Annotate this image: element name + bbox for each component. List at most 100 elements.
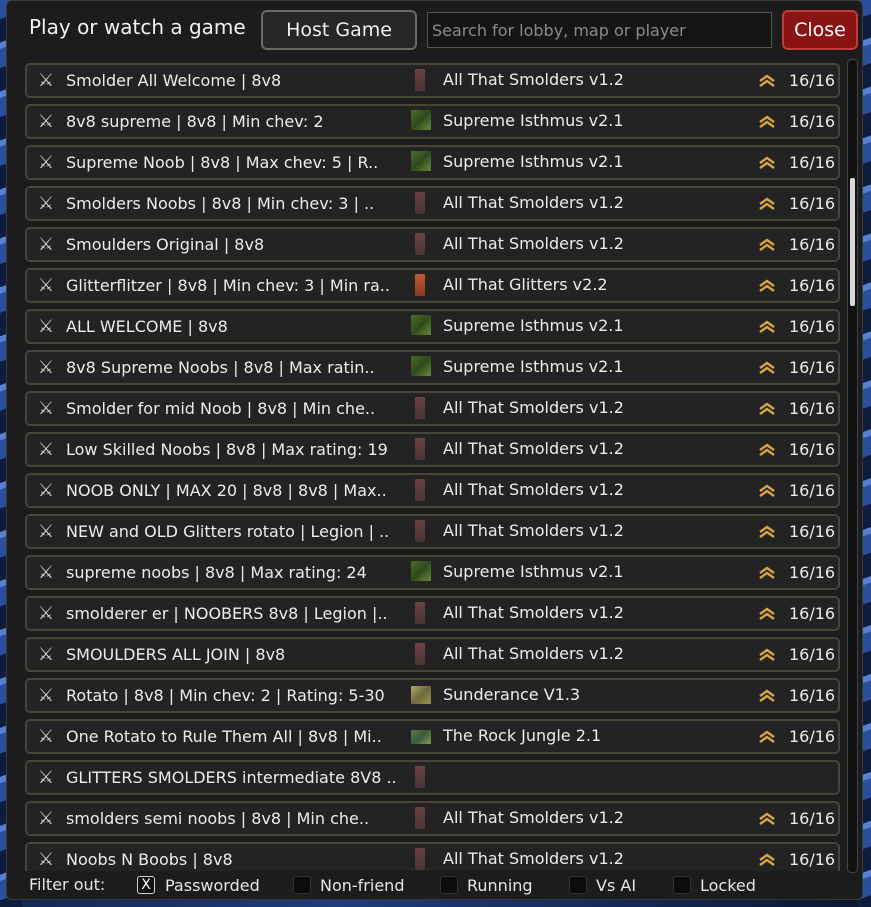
crossed-swords-icon: ⚔ <box>37 234 55 255</box>
lobby-row[interactable]: ⚔ Low Skilled Noobs | 8v8 | Max rating: 1… <box>25 432 840 467</box>
lobby-row[interactable]: ⚔ ALL WELCOME | 8v8 Supreme Isthmus v2.1 16… <box>25 309 840 344</box>
lobby-row[interactable]: ⚔ SMOULDERS ALL JOIN | 8v8 All That Smolde… <box>25 637 840 672</box>
crossed-swords-icon: ⚔ <box>37 644 55 665</box>
crossed-swords-icon: ⚔ <box>37 562 55 583</box>
lobby-row[interactable]: ⚔ Noobs N Boobs | 8v8 All That Smolders v1… <box>25 842 840 871</box>
map-thumbnail-icon <box>415 192 425 214</box>
map-thumbnail-icon <box>411 730 431 744</box>
map-thumbnail-icon <box>415 479 425 501</box>
filter-option-label[interactable]: Vs AI <box>596 876 636 895</box>
player-count: 16/16 <box>789 399 836 418</box>
map-name: All That Smolders v1.2 <box>443 193 624 212</box>
lobby-row[interactable]: ⚔ Rotato | 8v8 | Min chev: 2 | Rating: 5-… <box>25 678 840 713</box>
lobby-name: Low Skilled Noobs | 8v8 | Max rating: 19 <box>66 440 388 459</box>
player-count: 16/16 <box>789 604 836 623</box>
rank-chevron-icon <box>759 279 775 292</box>
filter-checkbox[interactable] <box>293 876 311 894</box>
player-count: 16/16 <box>789 850 836 869</box>
crossed-swords-icon: ⚔ <box>37 808 55 829</box>
map-name: All That Smolders v1.2 <box>443 234 624 253</box>
lobby-name: supreme noobs | 8v8 | Max rating: 24 <box>66 563 367 582</box>
lobby-name: Smolders Noobs | 8v8 | Min chev: 3 | .. <box>66 194 375 213</box>
lobby-browser-window: Play or watch a game Host Game Close ⚔ Sm… <box>6 0 863 900</box>
lobby-row[interactable]: ⚔ GLITTERS SMOLDERS intermediate 8V8 .. <box>25 760 840 795</box>
map-name: Supreme Isthmus v2.1 <box>443 152 624 171</box>
map-name: All That Smolders v1.2 <box>443 849 624 868</box>
lobby-row[interactable]: ⚔ supreme noobs | 8v8 | Max rating: 24 Sup… <box>25 555 840 590</box>
lobby-row[interactable]: ⚔ Smoulders Original | 8v8 All That Smolde… <box>25 227 840 262</box>
host-game-button[interactable]: Host Game <box>261 10 417 50</box>
rank-chevron-icon <box>759 812 775 825</box>
player-count: 16/16 <box>789 440 836 459</box>
rank-chevron-icon <box>759 402 775 415</box>
map-thumbnail-icon <box>415 602 425 624</box>
lobby-row[interactable]: ⚔ smolderer er | NOOBERS 8v8 | Legion |..… <box>25 596 840 631</box>
player-count: 16/16 <box>789 563 836 582</box>
map-thumbnail-icon <box>415 397 425 419</box>
filter-checkbox[interactable] <box>569 876 587 894</box>
filter-checkbox[interactable]: X <box>137 876 155 894</box>
map-thumbnail-icon <box>415 807 425 829</box>
scrollbar[interactable] <box>847 59 858 873</box>
lobby-name: 8v8 supreme | 8v8 | Min chev: 2 <box>66 112 324 131</box>
search-input[interactable] <box>427 12 772 48</box>
rank-chevron-icon <box>759 197 775 210</box>
crossed-swords-icon: ⚔ <box>37 521 55 542</box>
map-name: All That Smolders v1.2 <box>443 808 624 827</box>
close-button[interactable]: Close <box>782 10 858 50</box>
lobby-row[interactable]: ⚔ Smolders Noobs | 8v8 | Min chev: 3 | ..… <box>25 186 840 221</box>
lobby-row[interactable]: ⚔ Smolder All Welcome | 8v8 All That Smold… <box>25 63 840 98</box>
map-name: Sunderance V1.3 <box>443 685 581 704</box>
map-name: The Rock Jungle 2.1 <box>443 726 602 745</box>
map-thumbnail-icon <box>415 520 425 542</box>
map-name: Supreme Isthmus v2.1 <box>443 111 624 130</box>
lobby-row[interactable]: ⚔ NOOB ONLY | MAX 20 | 8v8 | 8v8 | Max.. A… <box>25 473 840 508</box>
lobby-row[interactable]: ⚔ Glitterflitzer | 8v8 | Min chev: 3 | Mi… <box>25 268 840 303</box>
lobby-name: Smolder All Welcome | 8v8 <box>66 71 282 90</box>
rank-chevron-icon <box>759 443 775 456</box>
rank-chevron-icon <box>759 320 775 333</box>
filter-option-label[interactable]: Locked <box>700 876 756 895</box>
player-count: 16/16 <box>789 153 836 172</box>
filter-option-label[interactable]: Non-friend <box>320 876 404 895</box>
lobby-row[interactable]: ⚔ 8v8 Supreme Noobs | 8v8 | Max ratin.. Su… <box>25 350 840 385</box>
lobby-name: SMOULDERS ALL JOIN | 8v8 <box>66 645 286 664</box>
rank-chevron-icon <box>759 648 775 661</box>
map-name: All That Smolders v1.2 <box>443 439 624 458</box>
filter-label: Filter out: <box>29 875 106 894</box>
lobby-name: Smoulders Original | 8v8 <box>66 235 265 254</box>
filter-option-label[interactable]: Running <box>467 876 533 895</box>
lobby-name: Supreme Noob | 8v8 | Max chev: 5 | R.. <box>66 153 379 172</box>
crossed-swords-icon: ⚔ <box>37 398 55 419</box>
lobby-row[interactable]: ⚔ Smolder for mid Noob | 8v8 | Min che.. A… <box>25 391 840 426</box>
rank-chevron-icon <box>759 689 775 702</box>
map-name: All That Smolders v1.2 <box>443 603 624 622</box>
rank-chevron-icon <box>759 156 775 169</box>
map-name: All That Smolders v1.2 <box>443 70 624 89</box>
map-thumbnail-icon <box>411 356 431 376</box>
player-count: 16/16 <box>789 809 836 828</box>
map-thumbnail-icon <box>411 151 431 171</box>
lobby-row[interactable]: ⚔ smolders semi noobs | 8v8 | Min che.. Al… <box>25 801 840 836</box>
map-thumbnail-icon <box>411 686 431 704</box>
player-count: 16/16 <box>789 194 836 213</box>
crossed-swords-icon: ⚔ <box>37 193 55 214</box>
map-thumbnail-icon <box>415 274 425 296</box>
header-bar: Play or watch a game Host Game Close <box>7 1 862 59</box>
filter-checkbox[interactable] <box>440 876 458 894</box>
crossed-swords-icon: ⚔ <box>37 767 55 788</box>
lobby-row[interactable]: ⚔ NEW and OLD Glitters rotato | Legion | … <box>25 514 840 549</box>
player-count: 16/16 <box>789 71 836 90</box>
lobby-row[interactable]: ⚔ One Rotato to Rule Them All | 8v8 | Mi.… <box>25 719 840 754</box>
lobby-row[interactable]: ⚔ 8v8 supreme | 8v8 | Min chev: 2 Supreme … <box>25 104 840 139</box>
filter-checkbox[interactable] <box>673 876 691 894</box>
rank-chevron-icon <box>759 730 775 743</box>
scrollbar-thumb[interactable] <box>850 178 855 306</box>
lobby-name: NOOB ONLY | MAX 20 | 8v8 | 8v8 | Max.. <box>66 481 387 500</box>
filter-option-label[interactable]: Passworded <box>165 876 260 895</box>
player-count: 16/16 <box>789 112 836 131</box>
player-count: 16/16 <box>789 317 836 336</box>
lobby-name: 8v8 Supreme Noobs | 8v8 | Max ratin.. <box>66 358 375 377</box>
map-thumbnail-icon <box>415 233 425 255</box>
lobby-row[interactable]: ⚔ Supreme Noob | 8v8 | Max chev: 5 | R.. S… <box>25 145 840 180</box>
